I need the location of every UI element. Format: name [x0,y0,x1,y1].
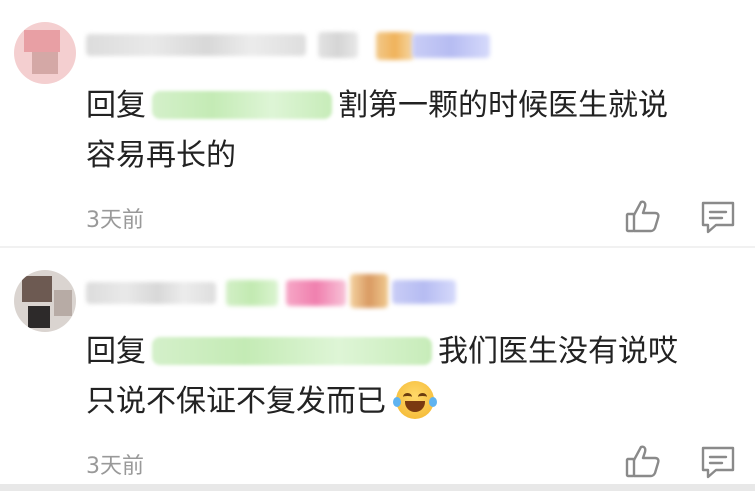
timestamp: 3天前 [86,454,144,479]
thumbs-up-icon[interactable] [623,442,663,482]
username-blurred[interactable] [86,282,216,304]
comment-icon[interactable] [698,442,738,482]
comment-item: 回复 我们医生没有说哎 只说不保证不复发而已 3天前 [0,250,755,485]
user-badge-blurred [226,280,278,306]
mention-blurred[interactable] [152,91,332,119]
bottom-edge [0,484,755,491]
comment-text: 容易再长的 [86,130,236,182]
avatar[interactable] [14,22,76,84]
user-badge-blurred [286,280,346,306]
comment-text-line2: 只说不保证不复发而已 [86,384,386,419]
comment-text: 回复 我们医生没有说哎 [86,326,678,378]
user-badge-blurred [350,274,388,308]
comment-icon[interactable] [698,197,738,237]
laughing-tears-emoji [392,381,437,419]
user-badge-blurred [412,34,490,58]
comment-text: 只说不保证不复发而已 [86,376,437,428]
user-badge-blurred [318,32,358,58]
thumbs-up-icon[interactable] [623,197,663,237]
reply-prefix: 回复 [86,88,146,123]
comment-text: 回复 割第一颗的时候医生就说 [86,80,668,132]
reply-prefix: 回复 [86,334,146,369]
comment-text-line1: 割第一颗的时候医生就说 [338,88,668,123]
user-badge-blurred [392,280,456,304]
user-badge-blurred [376,32,414,60]
mention-blurred[interactable] [152,337,432,365]
comment-item: 回复 割第一颗的时候医生就说 容易再长的 3天前 [0,0,755,245]
avatar[interactable] [14,270,76,332]
username-blurred[interactable] [86,34,306,56]
timestamp: 3天前 [86,208,144,233]
divider [0,246,755,248]
comment-text-line2: 容易再长的 [86,138,236,173]
comment-text-line1: 我们医生没有说哎 [438,334,678,369]
